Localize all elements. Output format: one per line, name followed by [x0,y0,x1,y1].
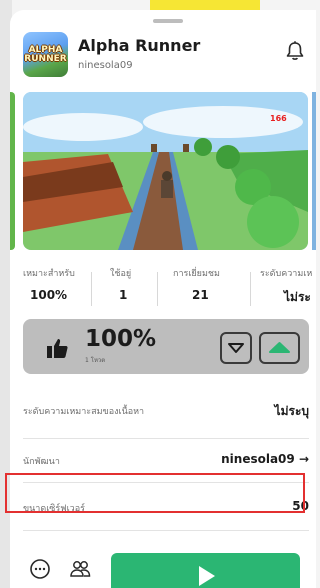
next-screenshot-peek[interactable] [312,92,316,250]
maturity-label: ระดับความเหมาะสมของเนื้อหา [23,407,145,417]
stat-suitable: เหมาะสำหรับ 100% [23,266,83,312]
play-button[interactable] [111,553,300,588]
party-icon[interactable] [68,557,92,581]
developer-row[interactable]: นักพัฒนา ninesola09 → [23,446,309,476]
stat-value: ไม่ระ [284,290,311,304]
stat-divider [157,272,158,306]
developer-link[interactable]: ninesola09 → [221,452,309,466]
stat-active: ใช้อยู่ 1 [98,266,142,312]
developer-label: นักพัฒนา [23,457,60,467]
maturity-row: ระดับความเหมาะสมของเนื้อหา ไม่ระบุ [23,396,309,426]
bell-icon[interactable] [285,40,305,62]
screenshot-scene [23,92,308,250]
more-icon[interactable] [28,557,52,581]
prev-screenshot-peek[interactable] [10,92,15,250]
thumb-up-triangle-icon [269,342,290,353]
vote-count: 1 โหวต [85,357,106,364]
stat-value: 21 [192,288,209,302]
stat-label: ระดับความเห [260,269,313,279]
rating-percent: 100% [85,326,157,352]
thumb-down-triangle-icon [228,343,244,353]
row-divider [23,438,309,439]
rating-panel: 100% 1 โหวต [23,319,309,374]
stat-value: 100% [30,288,68,302]
thumbs-up-icon [47,339,68,358]
game-thumbnail: ALPHA RUNNER [23,32,68,77]
game-creator[interactable]: ninesola09 [78,60,133,71]
stat-label: ใช้อยู่ [110,269,132,279]
game-title: Alpha Runner [78,36,201,55]
play-icon [199,566,215,586]
stat-value: 1 [119,288,128,302]
thumbnail-logo-text: ALPHA RUNNER [24,45,67,64]
stat-divider [250,272,251,306]
stat-label: การเยี่ยมชม [173,269,220,279]
stat-maturity: ระดับความเห ไม่ระ [260,266,316,312]
stat-visits: การเยี่ยมชม 21 [165,266,245,312]
thumb-down-button[interactable] [220,332,252,364]
drag-handle[interactable] [153,19,183,23]
stat-divider [91,272,92,306]
server-size-highlight [5,473,305,513]
stat-label: เหมาะสำหรับ [23,269,75,279]
maturity-value: ไม่ระบุ [274,404,309,418]
row-divider [23,530,309,531]
stats-row: เหมาะสำหรับ 100% ใช้อยู่ 1 การเยี่ยมชม 2… [10,266,316,312]
game-screenshot[interactable]: 166 [23,92,308,250]
thumb-up-button[interactable] [259,332,300,364]
screenshot-counter: 166 [270,114,287,123]
